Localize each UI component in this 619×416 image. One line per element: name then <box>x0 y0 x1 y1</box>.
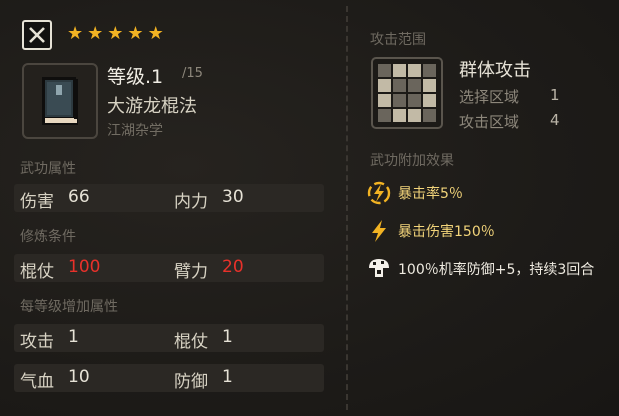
close-icon <box>29 27 45 43</box>
star-icon: ★ <box>147 23 164 44</box>
stat-value: 66 <box>68 187 90 207</box>
effect-item: 暴击率5％ <box>366 180 463 206</box>
range-grid-cells <box>378 64 436 122</box>
per-level-row: 气血 10 防御 1 <box>14 364 324 392</box>
requirement-label: 臂力 <box>174 262 208 282</box>
crit-rate-icon <box>367 181 391 205</box>
effect-text: 暴击伤害150％ <box>398 224 495 240</box>
range-cell <box>408 94 421 107</box>
effect-text: 100％机率防御+5，持续3回合 <box>398 262 595 278</box>
lightning-icon <box>372 220 386 242</box>
range-cell <box>423 109 436 122</box>
section-title-range: 攻击范围 <box>370 32 426 48</box>
skill-level-max: /15 <box>182 66 203 81</box>
close-button[interactable] <box>22 20 52 50</box>
section-title-per-level: 每等级增加属性 <box>20 299 118 315</box>
skill-icon-frame <box>22 63 98 139</box>
panel-divider <box>346 6 348 410</box>
range-cell <box>378 109 391 122</box>
range-cell-active <box>408 64 421 77</box>
range-cell-active <box>408 109 421 122</box>
per-level-value: 1 <box>222 367 233 387</box>
per-level-label: 攻击 <box>20 332 54 352</box>
star-icon: ★ <box>67 23 84 44</box>
requirement-row: 棍仗 100 臂力 20 <box>14 254 324 282</box>
range-cell-active <box>393 64 406 77</box>
stat-row: 伤害 66 内力 30 <box>14 184 324 212</box>
requirement-value: 100 <box>68 257 101 277</box>
stat-label: 伤害 <box>20 192 54 212</box>
range-cell-active <box>378 94 391 107</box>
stat-label: 内力 <box>174 192 208 212</box>
mushroom-icon <box>369 259 389 277</box>
range-cell-active <box>423 94 436 107</box>
star-rating: ★ ★ ★ ★ ★ <box>67 24 164 44</box>
range-cell <box>393 94 406 107</box>
requirement-label: 棍仗 <box>20 262 54 282</box>
per-level-row: 攻击 1 棍仗 1 <box>14 324 324 352</box>
per-level-value: 1 <box>68 327 79 347</box>
stat-value: 30 <box>222 187 244 207</box>
range-type: 群体攻击 <box>459 60 531 81</box>
per-level-value: 10 <box>68 367 90 387</box>
per-level-label: 气血 <box>20 372 54 392</box>
select-area-value: 1 <box>550 86 560 104</box>
select-area-label: 选择区域 <box>459 88 520 106</box>
range-cell <box>408 79 421 92</box>
effect-text: 暴击率5％ <box>398 186 463 202</box>
range-cell <box>423 64 436 77</box>
per-level-value: 1 <box>222 327 233 347</box>
attack-area-label: 攻击区域 <box>459 113 520 131</box>
star-icon: ★ <box>87 23 104 44</box>
star-icon: ★ <box>127 23 144 44</box>
range-cell-active <box>393 109 406 122</box>
attack-area-value: 4 <box>550 111 560 129</box>
requirement-value: 20 <box>222 257 244 277</box>
range-cell-active <box>378 79 391 92</box>
star-icon: ★ <box>107 23 124 44</box>
skill-detail-panel: ★ ★ ★ ★ ★ 等级.1 /15 大游龙棍法 江湖杂学 武功属性 伤害 66… <box>0 0 619 416</box>
effect-item: 100％机率防御+5，持续3回合 <box>366 256 594 282</box>
skill-category: 江湖杂学 <box>107 123 163 139</box>
skill-level: 等级.1 <box>107 66 164 88</box>
skill-name: 大游龙棍法 <box>107 96 197 117</box>
book-icon <box>42 77 78 125</box>
section-title-requirements: 修炼条件 <box>20 229 76 245</box>
range-cell <box>378 64 391 77</box>
range-cell-active <box>423 79 436 92</box>
section-title-effects: 武功附加效果 <box>370 153 454 169</box>
per-level-label: 防御 <box>174 372 208 392</box>
per-level-label: 棍仗 <box>174 332 208 352</box>
range-grid <box>371 57 443 129</box>
effect-item: 暴击伤害150％ <box>366 218 495 244</box>
range-cell <box>393 79 406 92</box>
section-title-attributes: 武功属性 <box>20 161 76 177</box>
